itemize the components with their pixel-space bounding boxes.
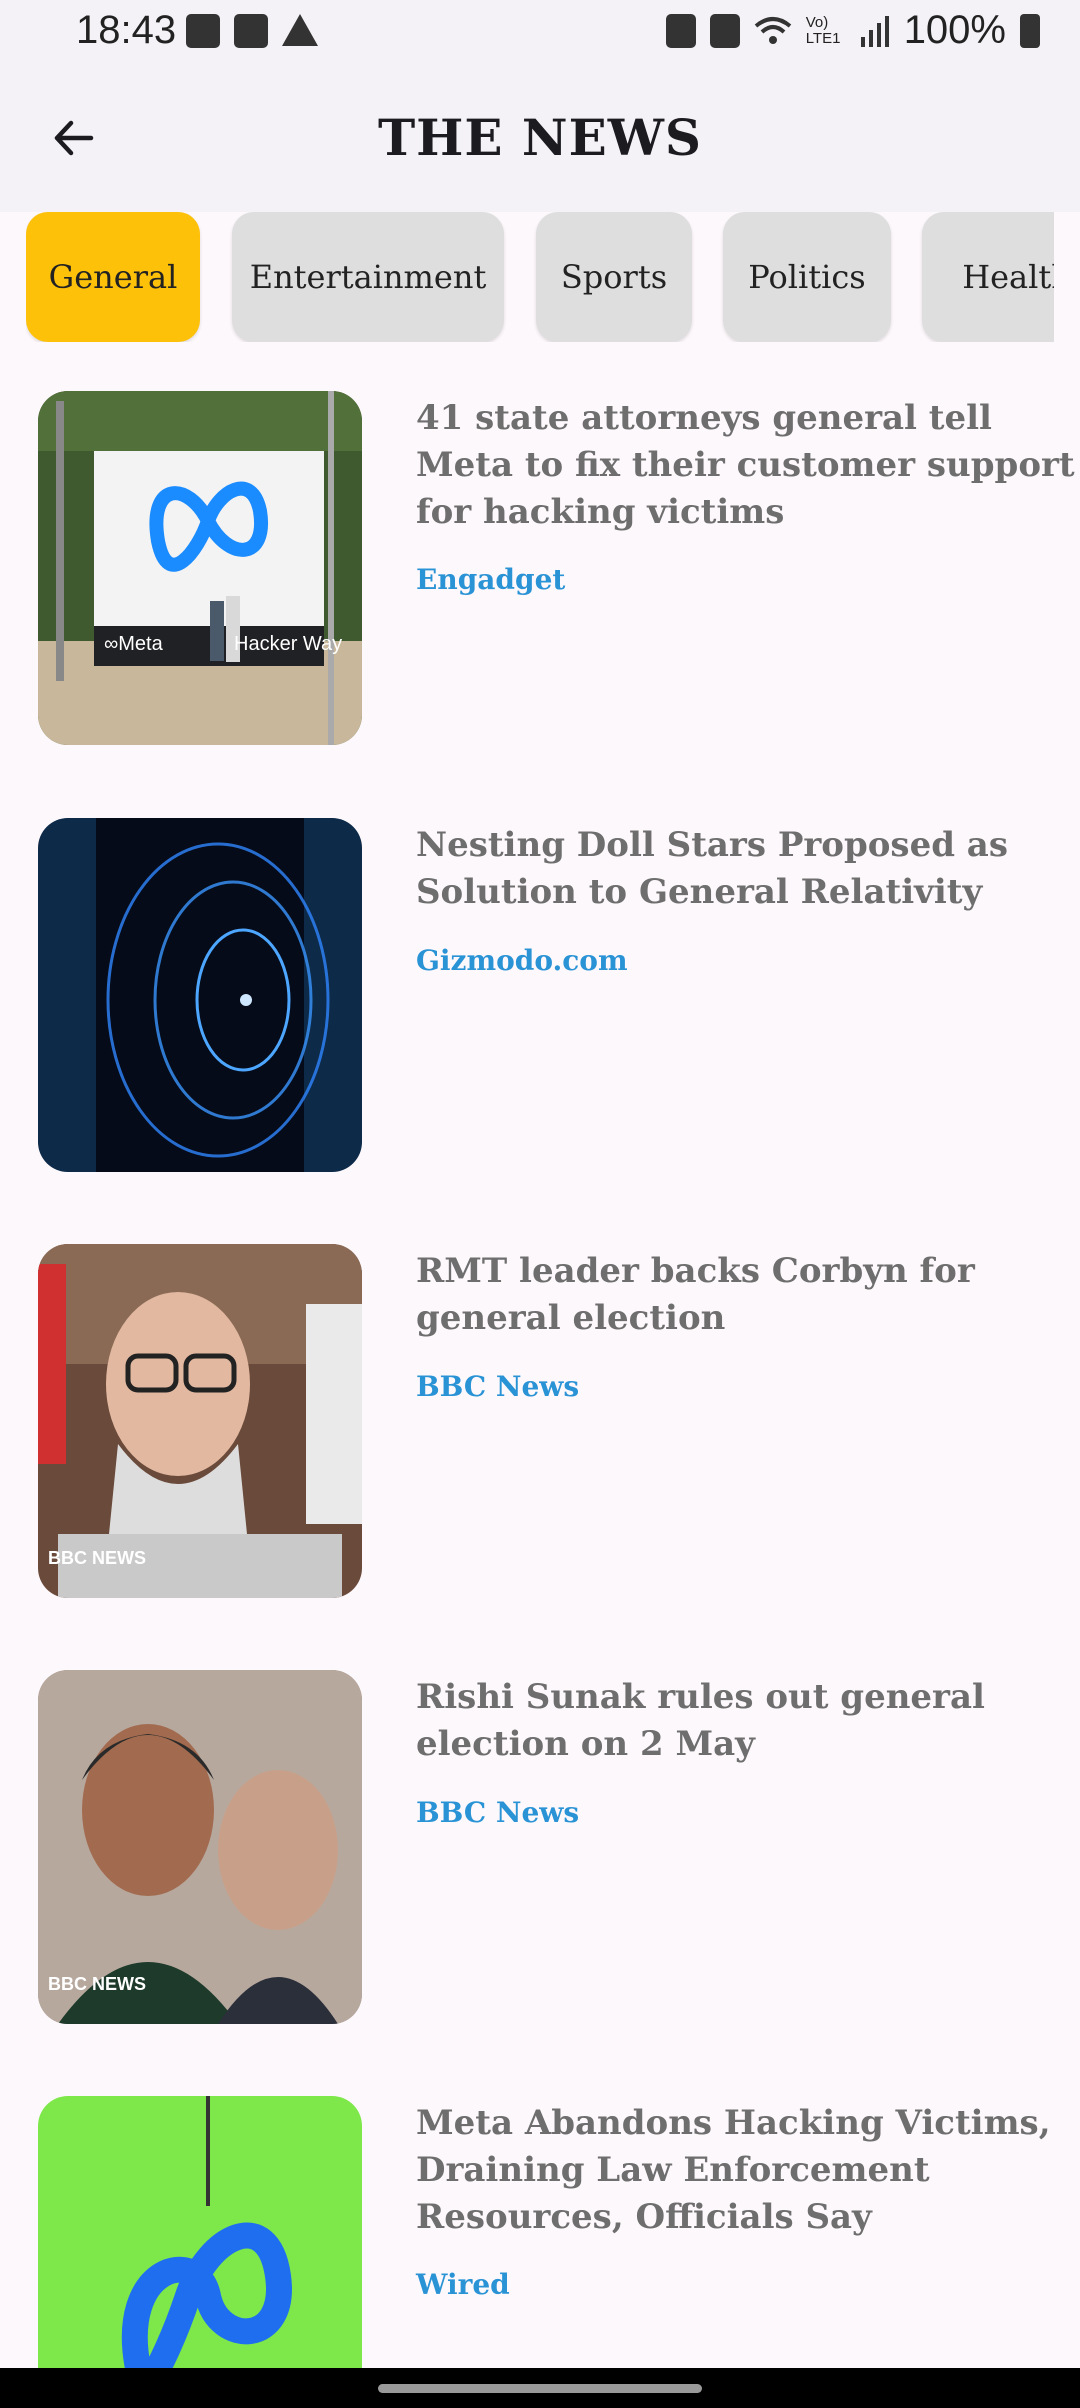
article-source[interactable]: Wired — [416, 2268, 510, 2301]
home-gesture-handle[interactable] — [378, 2384, 702, 2393]
article-thumbnail: BBC NEWS — [38, 1670, 362, 2024]
battery-icon — [1020, 13, 1040, 48]
article-item[interactable]: Nesting Doll Stars Proposed as Solution … — [38, 818, 1058, 1174]
volte-label: Vo) LTE1 — [805, 13, 841, 47]
tab-health[interactable]: Health — [922, 212, 1054, 342]
signal-icon — [860, 15, 889, 47]
calendar-icon — [234, 14, 268, 48]
tab-politics[interactable]: Politics — [723, 212, 891, 342]
tab-label: Sports — [560, 258, 668, 296]
article-item[interactable]: BBC NEWS RMT leader backs Corbyn for gen… — [38, 1244, 1058, 1600]
article-source[interactable]: Gizmodo.com — [416, 944, 628, 977]
article-source[interactable]: BBC News — [416, 1796, 579, 1829]
status-bar: 18:43 Vo) LTE1 100% — [0, 0, 1080, 66]
tab-label: Politics — [748, 258, 866, 296]
thumb-logo: BBC NEWS — [48, 1548, 146, 1568]
warning-icon — [282, 14, 318, 46]
article-thumbnail: BBC NEWS — [38, 1244, 362, 1598]
system-nav-bar — [0, 2368, 1080, 2408]
thumb-sign-right: Hacker Way — [234, 633, 343, 655]
status-left-icons — [186, 14, 318, 48]
battery-saver-icon — [665, 13, 696, 48]
category-tabs: General Entertainment Sports Politics He… — [26, 212, 1054, 342]
article-thumbnail — [38, 818, 362, 1172]
article-thumbnail: ∞Meta Hacker Way — [38, 391, 362, 745]
article-title[interactable]: 41 state attorneys general tell Meta to … — [416, 395, 1080, 536]
image-icon — [186, 14, 220, 48]
article-thumbnail — [38, 2096, 362, 2368]
thumb-logo: BBC NEWS — [48, 1974, 146, 1994]
tab-label: General — [48, 258, 178, 296]
article-title[interactable]: RMT leader backs Corbyn for general elec… — [416, 1248, 1080, 1342]
article-title[interactable]: Meta Abandons Hacking Victims, Draining … — [416, 2100, 1058, 2241]
article-item[interactable]: ∞Meta Hacker Way 41 state attorneys gene… — [38, 391, 1075, 747]
tab-entertainment[interactable]: Entertainment — [232, 212, 504, 342]
battery-percent: 100% — [903, 8, 1006, 52]
mute-icon — [709, 13, 740, 48]
article-title[interactable]: Nesting Doll Stars Proposed as Solution … — [416, 822, 1080, 916]
tab-general[interactable]: General — [26, 212, 200, 342]
thumb-sign-left: ∞Meta — [104, 633, 163, 655]
app-bar: THE NEWS — [0, 66, 1080, 212]
tab-label: Health — [962, 258, 1054, 296]
status-right-icons: Vo) LTE1 100% — [665, 8, 1040, 53]
page-title: THE NEWS — [377, 108, 703, 167]
wifi-icon — [754, 16, 791, 44]
article-item[interactable]: BBC NEWS Rishi Sunak rules out general e… — [38, 1670, 1058, 2026]
status-time: 18:43 — [76, 8, 177, 52]
tab-sports[interactable]: Sports — [536, 212, 692, 342]
article-source[interactable]: Engadget — [416, 563, 565, 596]
tab-label: Entertainment — [249, 258, 487, 296]
article-item[interactable]: Meta Abandons Hacking Victims, Draining … — [38, 2096, 1058, 2368]
article-title[interactable]: Rishi Sunak rules out general election o… — [416, 1674, 1080, 1768]
article-source[interactable]: BBC News — [416, 1370, 579, 1403]
